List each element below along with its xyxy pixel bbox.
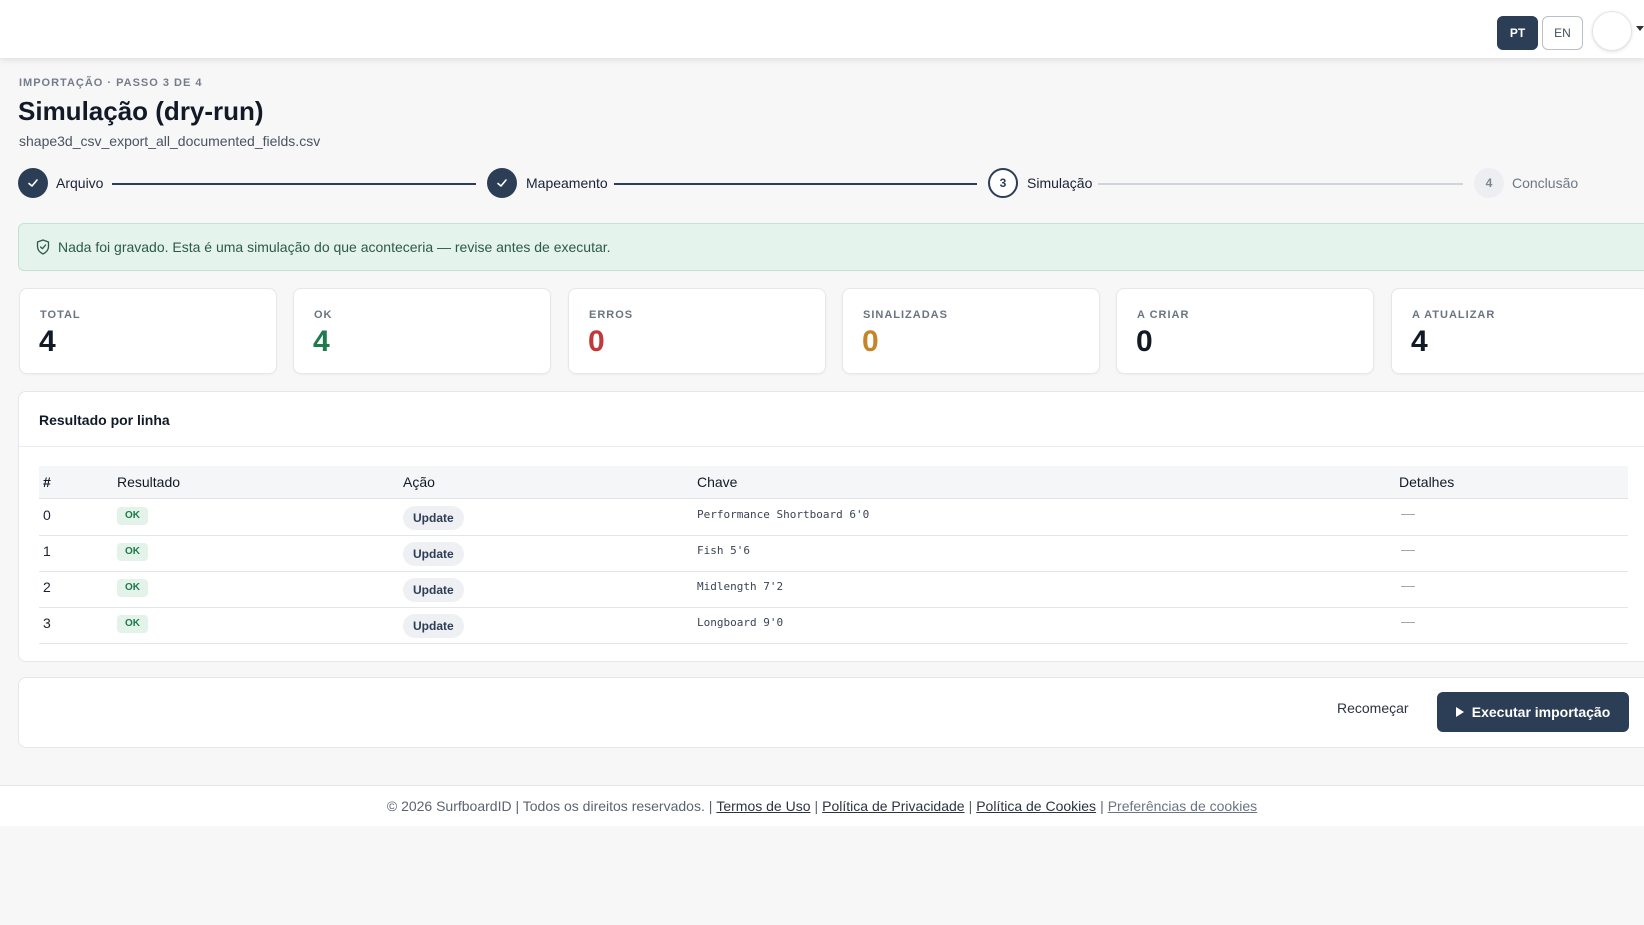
table-row: 2 OK Update Midlength 7'2 —	[39, 571, 1628, 608]
privacy-link[interactable]: Política de Privacidade	[822, 798, 964, 814]
row-number: 2	[43, 579, 51, 595]
result-badge: OK	[117, 615, 148, 633]
divider	[19, 446, 1644, 447]
cookies-policy-link[interactable]: Política de Cookies	[976, 798, 1096, 814]
stat-value: 4	[313, 325, 330, 358]
stat-label: SINALIZADAS	[863, 309, 948, 321]
result-badge: OK	[117, 507, 148, 525]
action-badge: Update	[403, 506, 464, 530]
stat-card-total: TOTAL 4	[19, 288, 277, 374]
results-card: Resultado por linha # Resultado Ação Cha…	[18, 391, 1644, 662]
step-label-simulacao: Simulação	[1027, 175, 1093, 191]
progress-stepper: Arquivo Mapeamento 3 Simulação 4 Conclus…	[18, 168, 1644, 200]
stat-card-errors: ERROS 0	[568, 288, 826, 374]
step-label-mapeamento: Mapeamento	[526, 175, 608, 191]
step-connector	[614, 183, 977, 185]
top-bar: PT EN	[0, 0, 1644, 58]
stat-label: A ATUALIZAR	[1412, 309, 1496, 321]
stat-value: 0	[1136, 325, 1153, 358]
table-row: 1 OK Update Fish 5'6 —	[39, 535, 1628, 572]
step-label-conclusao: Conclusão	[1512, 175, 1579, 191]
column-header-key: Chave	[697, 474, 738, 490]
column-header-action: Ação	[403, 474, 435, 490]
shield-icon	[36, 239, 50, 255]
result-badge: OK	[117, 543, 148, 561]
stat-value: 4	[39, 325, 56, 358]
terms-link[interactable]: Termos de Uso	[716, 798, 810, 814]
stat-label: A CRIAR	[1137, 309, 1190, 321]
action-badge: Update	[403, 614, 464, 638]
step-connector	[112, 183, 476, 185]
column-header-number: #	[43, 474, 51, 490]
table-row: 0 OK Update Performance Shortboard 6'0 —	[39, 499, 1628, 536]
row-details: —	[1401, 505, 1415, 521]
dry-run-alert: Nada foi gravado. Esta é uma simulação d…	[18, 223, 1644, 271]
column-header-result: Resultado	[117, 474, 181, 490]
results-title: Resultado por linha	[39, 412, 170, 428]
execute-import-button[interactable]: Executar importação	[1437, 692, 1629, 732]
row-number: 3	[43, 615, 51, 631]
stat-card-flagged: SINALIZADAS 0	[842, 288, 1100, 374]
stat-label: ERROS	[589, 309, 634, 321]
row-details: —	[1401, 613, 1415, 629]
cookie-preferences-link[interactable]: Preferências de cookies	[1108, 798, 1257, 814]
footer-separator: |	[968, 798, 973, 814]
footer-separator: |	[814, 798, 819, 814]
table-header: # Resultado Ação Chave Detalhes	[39, 466, 1628, 499]
play-icon	[1455, 707, 1464, 717]
table-row: 3 OK Update Longboard 9'0 —	[39, 607, 1628, 644]
stat-card-to-update: A ATUALIZAR 4	[1391, 288, 1644, 374]
action-badge: Update	[403, 578, 464, 602]
stat-card-to-create: A CRIAR 0	[1116, 288, 1374, 374]
footer-copyright: © 2026 SurfboardID | Todos os direitos r…	[386, 798, 713, 814]
step-3-number: 3	[988, 168, 1018, 198]
stat-card-ok: OK 4	[293, 288, 551, 374]
row-key: Fish 5'6	[697, 544, 750, 557]
step-2-check-icon	[487, 168, 517, 198]
action-badge: Update	[403, 542, 464, 566]
alert-text: Nada foi gravado. Esta é uma simulação d…	[58, 239, 611, 255]
file-name: shape3d_csv_export_all_documented_fields…	[19, 133, 321, 149]
row-details: —	[1401, 577, 1415, 593]
stat-value: 0	[862, 325, 879, 358]
row-key: Midlength 7'2	[697, 580, 784, 593]
actions-card: Recomeçar Executar importação	[18, 677, 1644, 748]
result-badge: OK	[117, 579, 148, 597]
footer: © 2026 SurfboardID | Todos os direitos r…	[0, 785, 1644, 826]
page-title: Simulação (dry-run)	[18, 96, 264, 126]
stat-label: TOTAL	[40, 309, 81, 321]
row-number: 0	[43, 507, 51, 523]
footer-separator: |	[1100, 798, 1104, 814]
execute-import-label: Executar importação	[1471, 704, 1611, 720]
column-header-details: Detalhes	[1399, 474, 1455, 490]
chevron-down-icon[interactable]	[1636, 26, 1644, 31]
row-key: Performance Shortboard 6'0	[697, 508, 870, 521]
language-en-button[interactable]: EN	[1542, 16, 1583, 50]
language-pt-button[interactable]: PT	[1497, 16, 1538, 50]
step-label-arquivo: Arquivo	[56, 175, 104, 191]
restart-button[interactable]: Recomeçar	[1337, 700, 1409, 716]
stat-value: 4	[1411, 325, 1428, 358]
row-details: —	[1401, 541, 1415, 557]
avatar[interactable]	[1592, 11, 1632, 51]
step-eyebrow: IMPORTAÇÃO · PASSO 3 DE 4	[19, 77, 203, 89]
stat-label: OK	[314, 309, 333, 321]
step-4-number: 4	[1474, 168, 1504, 198]
step-connector	[1098, 183, 1463, 185]
stat-value: 0	[588, 325, 605, 358]
step-1-check-icon	[18, 168, 48, 198]
row-number: 1	[43, 543, 51, 559]
row-key: Longboard 9'0	[697, 616, 784, 629]
